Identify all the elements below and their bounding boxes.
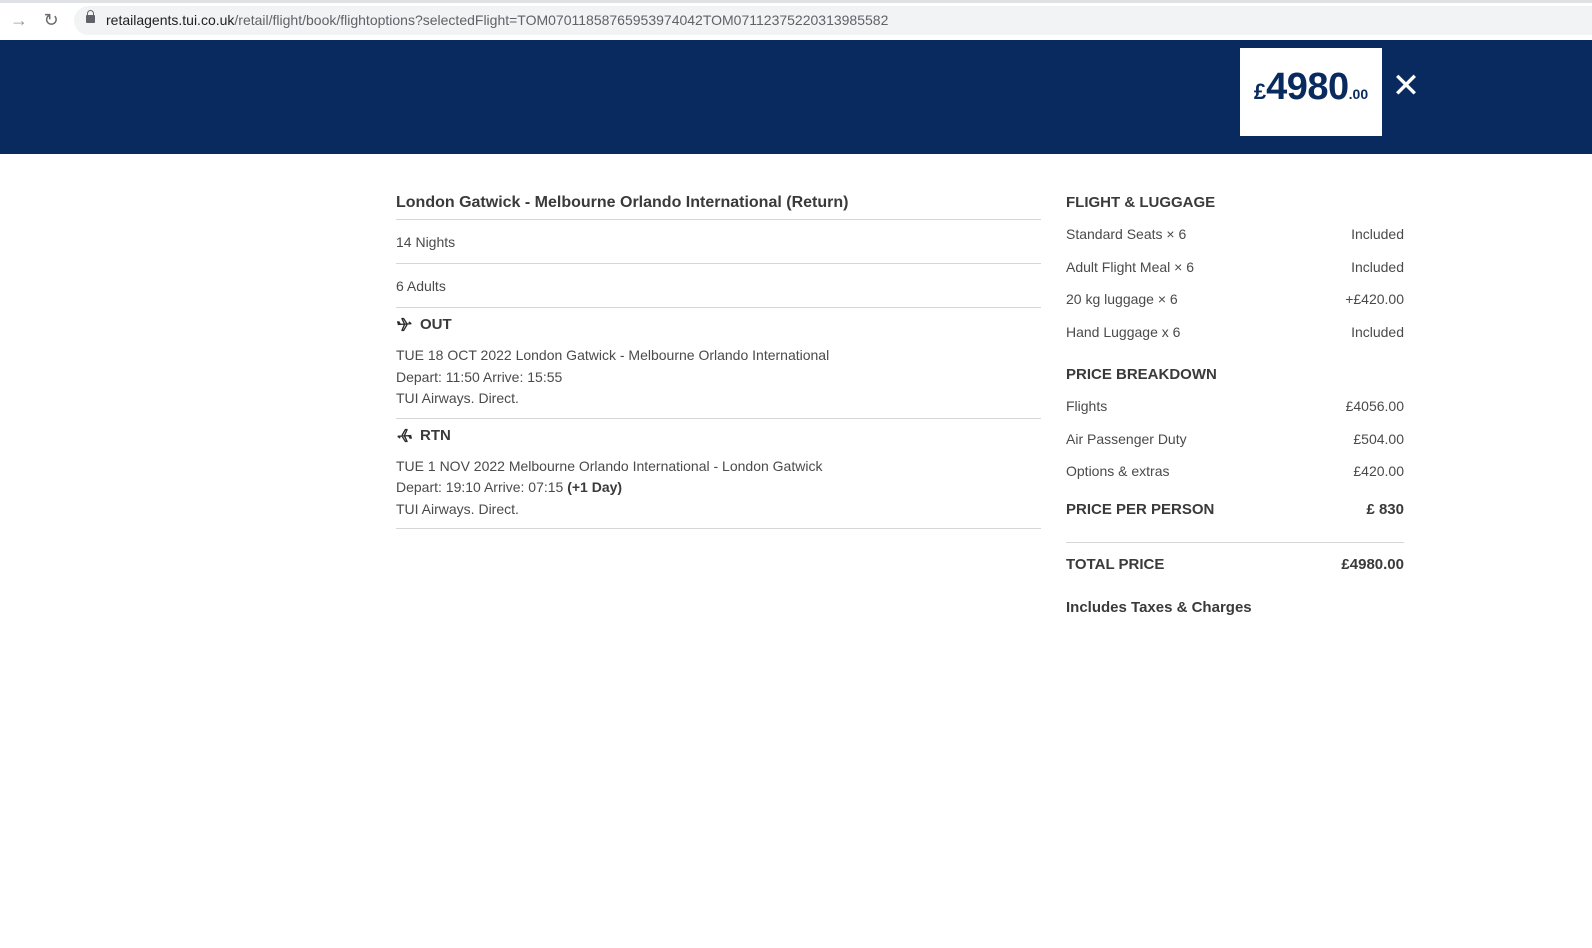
flight-details: London Gatwick - Melbourne Orlando Inter… bbox=[396, 184, 1041, 529]
outbound-leg: OUT TUE 18 OCT 2022 London Gatwick - Mel… bbox=[396, 308, 1041, 419]
return-leg: RTN TUE 1 NOV 2022 Melbourne Orlando Int… bbox=[396, 419, 1041, 529]
header-band: £4980.00 ✕ bbox=[0, 40, 1592, 154]
price-per-person-label: PRICE PER PERSON bbox=[1066, 500, 1215, 518]
lock-icon bbox=[86, 10, 95, 23]
breakdown-item-row: Options & extras £420.00 bbox=[1066, 455, 1404, 488]
url-text[interactable]: retailagents.tui.co.uk/retail/flight/boo… bbox=[106, 12, 888, 28]
extras-list: Standard Seats × 6 Included Adult Flight M… bbox=[1066, 218, 1404, 348]
total-price-row: TOTAL PRICE £4980.00 bbox=[1066, 545, 1404, 585]
return-carrier: TUI Airways. Direct. bbox=[396, 500, 519, 517]
breakdown-list: Flights £4056.00 Air Passenger Duty £504.00… bbox=[1066, 390, 1404, 488]
breakdown-item-value: £504.00 bbox=[1353, 430, 1404, 447]
breakdown-item-label: Air Passenger Duty bbox=[1066, 430, 1187, 447]
price-summary: FLIGHT & LUGGAGE Standard Seats × 6 Inclu… bbox=[1066, 184, 1404, 616]
taxes-note: Includes Taxes & Charges bbox=[1066, 598, 1252, 616]
url-path: /retail/flight/book/flightoptions?select… bbox=[234, 12, 889, 28]
extra-item-row: 20 kg luggage × 6 +£420.00 bbox=[1066, 283, 1404, 316]
header-price-box: £4980.00 bbox=[1240, 48, 1382, 136]
tab-strip bbox=[0, 0, 1592, 3]
extra-item-label: Standard Seats × 6 bbox=[1066, 226, 1187, 242]
extra-item-label: Hand Luggage x 6 bbox=[1066, 323, 1181, 340]
browser-toolbar: → ↻ retailagents.tui.co.uk/retail/flight… bbox=[0, 0, 1592, 41]
breakdown-item-row: Air Passenger Duty £504.00 bbox=[1066, 423, 1404, 456]
outbound-carrier: TUI Airways. Direct. bbox=[396, 390, 519, 406]
extra-item-value: Included bbox=[1351, 226, 1404, 242]
extra-item-row: Hand Luggage x 6 Included bbox=[1066, 316, 1404, 349]
return-times-text: Depart: 19:10 Arrive: 07:15 bbox=[396, 479, 568, 495]
extra-item-label: Adult Flight Meal × 6 bbox=[1066, 258, 1195, 275]
extra-item-label: 20 kg luggage × 6 bbox=[1066, 291, 1178, 307]
extra-item-row: Standard Seats × 6 Included bbox=[1066, 218, 1404, 251]
passengers-row: 6 Adults bbox=[396, 264, 1041, 308]
extra-item-value: +£420.00 bbox=[1345, 291, 1404, 307]
breakdown-item-label: Options & extras bbox=[1066, 463, 1170, 479]
summary-divider bbox=[1066, 541, 1404, 543]
outbound-date-route: TUE 18 OCT 2022 London Gatwick - Melbour… bbox=[396, 347, 830, 363]
route-title: London Gatwick - Melbourne Orlando Inter… bbox=[396, 184, 1041, 220]
price-per-person-value: £ 830 bbox=[1366, 500, 1404, 518]
back-arrow-icon[interactable]: → bbox=[8, 9, 30, 31]
return-header: RTN bbox=[396, 427, 1041, 444]
return-date-route: TUE 1 NOV 2022 Melbourne Orlando Interna… bbox=[396, 457, 823, 474]
total-price-value: £4980.00 bbox=[1341, 555, 1404, 573]
return-label: RTN bbox=[420, 426, 451, 444]
close-icon[interactable]: ✕ bbox=[1390, 68, 1422, 104]
reload-icon[interactable]: ↻ bbox=[40, 9, 62, 31]
price-breakdown-heading: PRICE BREAKDOWN bbox=[1066, 366, 1217, 383]
breakdown-item-value: £4056.00 bbox=[1345, 398, 1404, 414]
outbound-label: OUT bbox=[420, 316, 452, 333]
price-per-person-row: PRICE PER PERSON £ 830 bbox=[1066, 490, 1404, 530]
outbound-times: Depart: 11:50 Arrive: 15:55 bbox=[396, 368, 563, 385]
breakdown-item-row: Flights £4056.00 bbox=[1066, 390, 1404, 423]
breakdown-item-label: Flights bbox=[1066, 398, 1108, 414]
next-day-note: (+1 Day) bbox=[567, 479, 623, 495]
outbound-header: OUT bbox=[396, 316, 1041, 333]
plane-return-icon bbox=[397, 428, 412, 442]
address-bar[interactable]: retailagents.tui.co.uk/retail/flight/boo… bbox=[74, 6, 1592, 35]
breakdown-item-value: £420.00 bbox=[1353, 463, 1404, 479]
return-times: Depart: 19:10 Arrive: 07:15 (+1 Day) bbox=[396, 477, 1041, 499]
extra-item-value: Included bbox=[1351, 323, 1404, 340]
nights-row: 14 Nights bbox=[396, 220, 1041, 264]
price-decimals: .00 bbox=[1348, 86, 1369, 102]
plane-depart-icon bbox=[397, 317, 412, 332]
flight-luggage-heading: FLIGHT & LUGGAGE bbox=[1066, 194, 1216, 211]
url-host: retailagents.tui.co.uk bbox=[106, 12, 235, 28]
price-main: 4980 bbox=[1266, 66, 1349, 108]
extra-item-value: Included bbox=[1351, 258, 1404, 275]
total-price-label: TOTAL PRICE bbox=[1066, 555, 1165, 573]
price-currency: £ bbox=[1253, 79, 1267, 104]
extra-item-row: Adult Flight Meal × 6 Included bbox=[1066, 251, 1404, 284]
